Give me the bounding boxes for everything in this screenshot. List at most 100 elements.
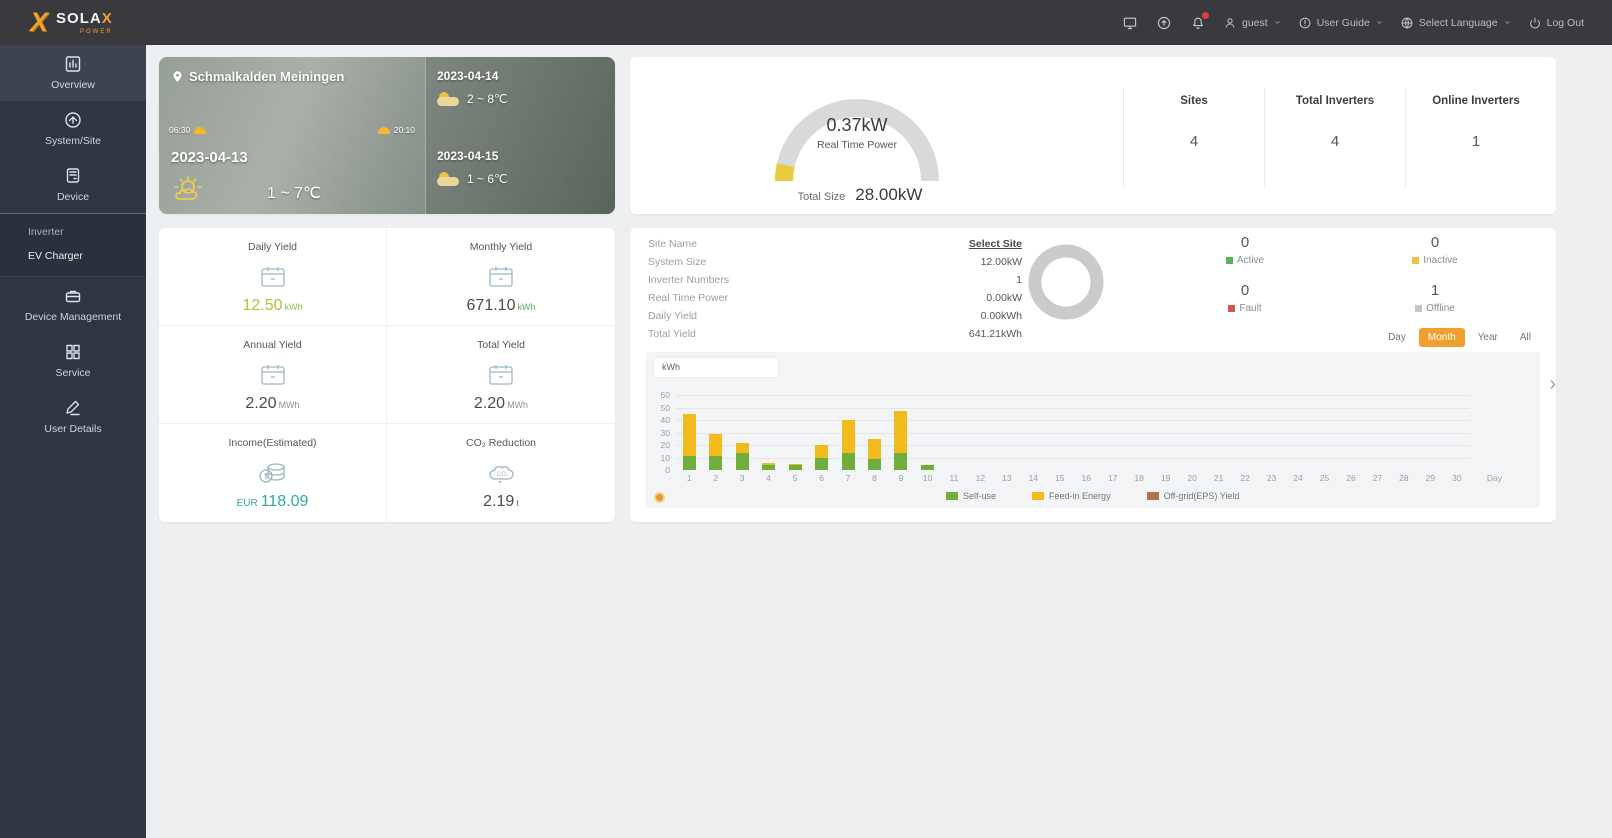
y-tick-40: 40 [660,415,670,425]
tab-year[interactable]: Year [1468,328,1507,347]
bar-day-15 [1047,395,1073,470]
yield-value: EUR 118.09 [159,493,386,511]
site-row-inverter-numbers: 1 Inverter Numbers [648,274,1022,292]
yield-label: Income(Estimated) [228,437,317,449]
user-name: guest [1242,16,1268,29]
sidebar-subitem-inverter[interactable]: Inverter [0,220,146,244]
bar-segment-self-use [762,465,776,470]
monitor-icon[interactable] [1121,14,1139,32]
tab-month[interactable]: Month [1418,328,1465,347]
status-active: 0 Active [1150,234,1340,282]
forecast-date: 2023-04-14 [437,69,499,83]
upload-circle-icon[interactable] [1155,14,1173,32]
bar-day-20 [1179,395,1205,470]
bar-stack [735,442,749,470]
carousel-next-button[interactable]: › [1549,374,1556,394]
bar-day-30 [1444,395,1470,470]
bar-day-16 [1073,395,1099,470]
select-site-link[interactable]: Select Site [969,238,1022,250]
notification-bell-icon[interactable] [1189,11,1209,32]
bar-day-8 [861,395,887,470]
sidebar-subitem-ev-charger[interactable]: EV Charger [0,244,146,268]
sidebar-item-system-site[interactable]: System/Site [0,101,146,157]
user-menu[interactable]: guest [1223,16,1282,30]
x-tick-28: 28 [1399,473,1409,483]
yield-cell-annual-yield: Annual Yield 2.20 MWh [159,326,387,424]
bar-segment-self-use [815,457,829,470]
status-value: 0 [1430,234,1440,251]
x-tick-15: 15 [1055,473,1065,483]
bar-day-17 [1100,395,1126,470]
weather-today-temp: 1 ~ 7℃ [267,185,321,202]
real-time-power-value: 0.37kW [826,115,888,135]
bar-day-27 [1364,395,1390,470]
stat-total-inverters: Total Inverters 4 [1264,87,1405,187]
x-tick-4: 4 [766,473,771,483]
x-axis-unit: Day [1486,473,1502,483]
device-submenu: Inverter EV Charger [0,213,146,277]
yield-label: Annual Yield [243,339,302,351]
brand-name: SOLAX [56,9,113,27]
yield-unit: MWh [507,400,529,410]
site-row-value: 641.21kWh [968,328,1022,340]
user-guide-menu[interactable]: User Guide [1298,16,1384,30]
bar-segment-feed-in-energy [682,413,696,457]
y-tick-30: 30 [660,427,670,438]
bar-stack [788,463,802,470]
sidebar-item-device[interactable]: Device [0,157,146,213]
y-tick-20: 20 [660,440,670,450]
status-label-text: Fault [1239,303,1262,314]
x-tick-14: 14 [1028,473,1039,483]
bar-stack [920,465,934,470]
sunrise-icon [194,126,207,134]
forecast-day-2: 2023-04-15 1 ~ 6℃ [437,149,607,186]
x-tick-22: 22 [1240,473,1250,483]
bar-segment-self-use [920,465,934,470]
stat-sites: Sites 4 [1123,87,1264,187]
tab-all[interactable]: All [1510,328,1540,347]
status-value: 1 [1430,282,1440,299]
status-label: Fault [1150,303,1340,314]
sidebar-item-service[interactable]: Service [0,333,146,389]
bar-day-29 [1417,395,1443,470]
sidebar-item-device-management[interactable]: Device Management [0,277,146,333]
forecast-temp: 1 ~ 6℃ [467,172,508,186]
bar-day-9 [888,395,914,470]
status-value: 0 [1240,234,1250,251]
bar-segment-feed-in-energy [735,442,749,453]
status-color-square [1225,257,1233,264]
sidebar-item-label: User Details [44,423,102,435]
overview-icon [63,54,83,74]
legend-label: Off-grid(EPS) Yield [1163,491,1240,501]
bar-day-14 [1020,395,1046,470]
y-tick-60: 60 [660,390,670,400]
yield-unit: t [516,498,519,508]
logout-button[interactable]: Log Out [1528,16,1584,30]
status-label: Offline [1340,303,1530,314]
language-menu[interactable]: Select Language [1400,16,1512,30]
svg-text:CO₂: CO₂ [497,472,509,478]
y-tick-0: 0 [665,465,670,475]
bars-row [676,395,1470,470]
tab-day[interactable]: Day [1379,328,1415,347]
status-offline: 1 Offline [1340,282,1530,330]
sidebar-item-overview[interactable]: Overview [0,45,146,101]
x-tick-18: 18 [1134,473,1144,483]
sidebar-item-label: Overview [51,79,95,91]
x-tick-11: 11 [949,473,959,483]
carousel-indicator-dot[interactable] [654,492,665,503]
status-fault: 0 Fault [1150,282,1340,330]
yield-unit: kWh [517,302,536,312]
legend-self-use[interactable]: Self-use [946,491,996,501]
sidebar-item-user-details[interactable]: User Details [0,389,146,445]
bar-stack [762,462,776,470]
legend-off-grid-eps-yield[interactable]: Off-grid(EPS) Yield [1146,491,1240,501]
bar-segment-self-use [735,452,749,470]
topbar: X SOLAX POWER guest User Guide Select La… [0,0,1612,45]
stat-value: 4 [1330,133,1340,150]
power-icon [1529,17,1540,29]
total-size: Total Size 28.00kW [797,185,923,204]
bar-day-7 [835,395,861,470]
legend-feed-in-energy[interactable]: Feed-in Energy [1032,491,1111,501]
x-axis-labels: 1 2 3 4 5 6 7 8 9 10 11 12 13 14 15 16 17 18 19 20 21 22 23 24 2… [676,473,1470,483]
